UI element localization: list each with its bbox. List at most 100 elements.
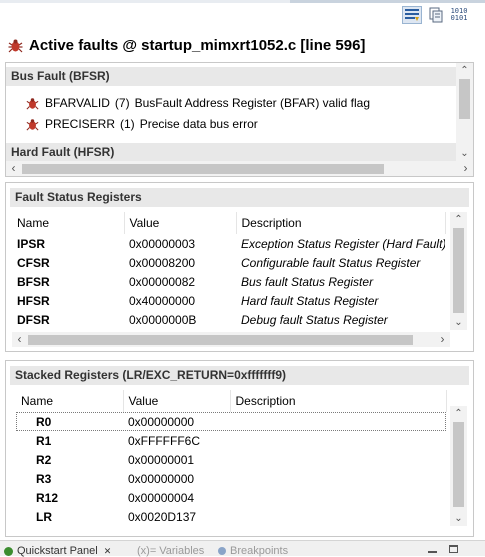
register-description: Configurable fault Status Register [241,255,421,270]
table-row[interactable]: R12 0x00000004 [16,488,446,507]
register-value: 0x0020D137 [128,509,197,524]
register-description [230,431,446,450]
fault-name: PRECISERR [45,117,116,131]
binary-format-icon-bottom: 0101 [450,14,468,22]
column-header-description[interactable]: Description [230,390,447,412]
scroll-up-arrow[interactable]: ⌃ [450,212,467,227]
view-toolbar: 1010 0101 [0,0,485,30]
variables-icon: (x)= [137,545,157,557]
table-row[interactable]: R1 0xFFFFFF6C [16,431,446,450]
fault-status-panel: Fault Status Registers Name Value Descri… [5,182,474,352]
scroll-thumb[interactable] [28,335,413,345]
bug-icon [26,118,39,131]
fault-status-header: Fault Status Registers [10,188,469,207]
table-row[interactable]: BFSR 0x00000082 Bus fault Status Registe… [12,272,445,291]
register-name: R2 [36,452,52,467]
copy-icon [429,7,443,23]
table-row[interactable]: HFSR 0x40000000 Hard fault Status Regist… [12,291,445,310]
page-title: Active faults @ startup_mimxrt1052.c [li… [8,34,365,56]
table-row[interactable]: R3 0x00000000 [16,469,446,488]
fault-item-bfarvalid[interactable]: BFARVALID (7) BusFault Address Register … [26,94,370,112]
column-header-name[interactable]: Name [12,212,125,234]
show-details-button[interactable] [402,6,422,24]
table-row-selected[interactable]: R0 0x00000000 [16,412,446,431]
register-description: Hard fault Status Register [241,293,379,308]
register-description: Bus fault Status Register [241,274,374,289]
register-value: 0x00000001 [128,452,195,467]
register-name: BFSR [17,274,50,289]
breakpoints-icon [218,547,226,555]
minimize-icon[interactable] [428,551,437,553]
copy-button[interactable] [426,6,446,24]
fault-description: Precise data bus error [139,117,258,131]
fault-status-vscroll[interactable]: ⌃ ⌄ [450,212,467,330]
maximize-icon[interactable] [449,545,458,553]
register-name: LR [36,509,52,524]
register-name: R3 [36,471,52,486]
table-row[interactable]: R2 0x00000001 [16,450,446,469]
view-controls [428,545,458,553]
register-name: R12 [36,490,59,505]
fault-status-hscroll[interactable]: ‹ › [12,332,450,347]
scroll-left-arrow[interactable]: ‹ [6,161,21,176]
register-value: 0x00000082 [129,274,196,289]
tab-strip-edge-active [290,0,485,3]
scroll-thumb[interactable] [453,422,464,507]
scroll-thumb[interactable] [453,228,464,313]
scroll-thumb[interactable] [22,164,384,174]
table-row[interactable]: DFSR 0x0000000B Debug fault Status Regis… [12,310,445,329]
bus-fault-header[interactable]: Bus Fault (BFSR) [6,67,457,86]
stacked-registers-table: Name Value Description R0 0x00000000 R1 … [16,390,447,526]
register-value: 0x00000003 [129,236,196,251]
column-header-value[interactable]: Value [123,390,231,412]
quickstart-icon [4,546,13,556]
register-description: Debug fault Status Register [241,312,388,327]
register-value: 0x00000000 [128,471,195,486]
scroll-down-arrow[interactable]: ⌄ [456,146,473,161]
register-name: IPSR [17,236,46,251]
register-value: 0x00008200 [129,255,196,270]
register-description [230,488,446,507]
show-details-icon [405,9,419,21]
scroll-right-arrow[interactable]: › [458,161,473,176]
scroll-left-arrow[interactable]: ‹ [12,332,27,347]
table-header-row: Name Value Description [12,212,446,234]
register-value: 0x00000000 [128,414,195,429]
register-value: 0xFFFFFF6C [128,433,200,448]
table-row[interactable]: CFSR 0x00008200 Configurable fault Statu… [12,253,445,272]
scroll-down-arrow[interactable]: ⌄ [450,511,467,526]
column-header-name[interactable]: Name [16,390,124,412]
close-icon[interactable]: ✕ [104,546,112,557]
register-value: 0x0000000B [129,312,197,327]
tab-label: Breakpoints [230,545,289,557]
scroll-up-arrow[interactable]: ⌃ [450,406,467,421]
fault-count: (1) [120,117,135,131]
table-row[interactable]: LR 0x0020D137 [16,507,446,526]
bug-icon [8,39,23,52]
fault-item-preciserr[interactable]: PRECISERR (1) Precise data bus error [26,115,258,133]
fault-name: BFARVALID [45,96,110,110]
register-name: DFSR [17,312,50,327]
table-row[interactable]: IPSR 0x00000003 Exception Status Registe… [12,234,445,253]
scroll-up-arrow[interactable]: ⌃ [456,63,473,78]
tab-label: Quickstart Panel [17,545,98,557]
hard-fault-header[interactable]: Hard Fault (HFSR) [6,143,457,162]
tab-variables[interactable]: (x)= Variables [137,545,204,557]
binary-format-button[interactable]: 1010 0101 [449,6,469,24]
fault-tree-hscroll[interactable]: ‹ › [6,161,473,176]
bug-icon [26,97,39,110]
tab-quickstart-panel[interactable]: Quickstart Panel ✕ [4,545,111,557]
tab-breakpoints[interactable]: Breakpoints [218,545,288,557]
stacked-registers-header: Stacked Registers (LR/EXC_RETURN=0xfffff… [10,366,469,385]
stacked-registers-vscroll[interactable]: ⌃ ⌄ [450,406,467,526]
register-description: Exception Status Register (Hard Fault) [241,236,445,251]
stacked-registers-panel: Stacked Registers (LR/EXC_RETURN=0xfffff… [5,360,474,537]
register-name: CFSR [17,255,50,270]
scroll-down-arrow[interactable]: ⌄ [450,315,467,330]
scroll-thumb[interactable] [459,79,470,119]
table-header-row: Name Value Description [16,390,447,412]
column-header-description[interactable]: Description [236,212,446,234]
column-header-value[interactable]: Value [124,212,237,234]
fault-tree-vscroll[interactable]: ⌃ ⌄ [456,63,473,161]
scroll-right-arrow[interactable]: › [435,332,450,347]
